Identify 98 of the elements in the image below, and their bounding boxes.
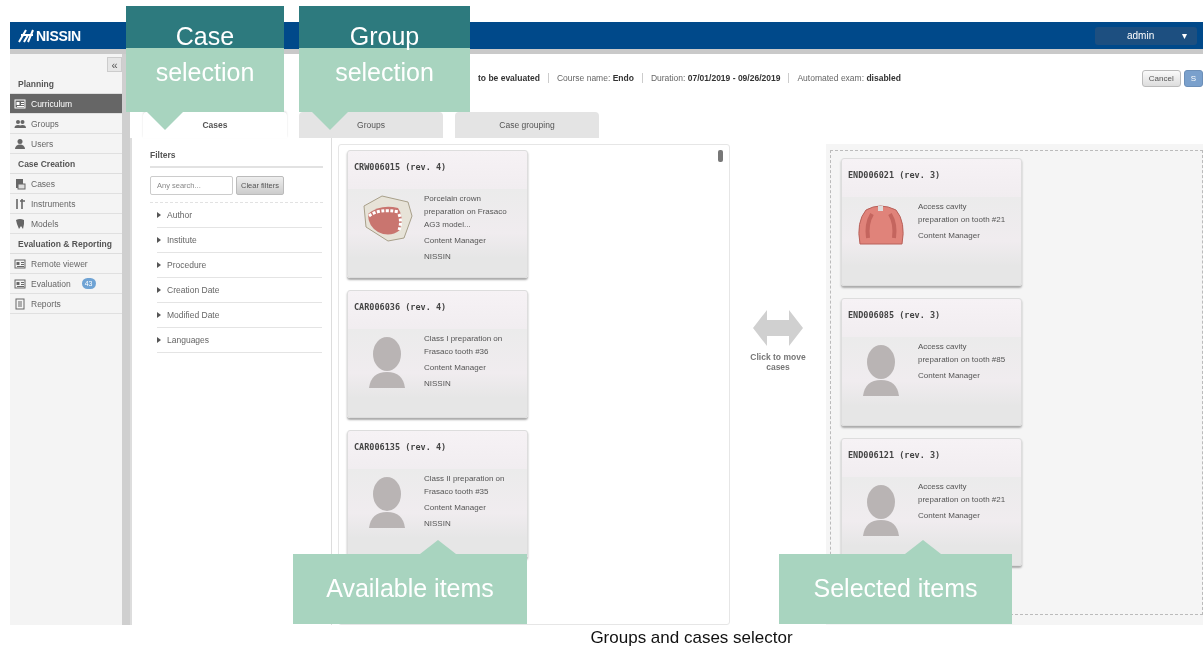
case-card[interactable]: CRW006015 (rev. 4) Porcelain crown preparation on Frasaco AG3 model... Content Manager NISSIN bbox=[347, 150, 528, 278]
callout-pointer bbox=[312, 112, 348, 130]
sidebar-item-label: Curriculum bbox=[31, 98, 73, 109]
people-icon bbox=[14, 117, 26, 130]
info-text: Automated exam: disabled bbox=[788, 73, 909, 83]
sidebar-item-label: Cases bbox=[31, 178, 56, 189]
filter-label: Languages bbox=[167, 335, 210, 345]
tab[interactable]: Cases bbox=[143, 112, 287, 138]
case-title: END006021 (rev. 3) bbox=[848, 170, 942, 182]
filter-label: Institute bbox=[167, 235, 197, 245]
case-author: Content Manager bbox=[424, 502, 487, 514]
sidebar-item-label: Evaluation bbox=[31, 278, 71, 289]
filter-label: Modified Date bbox=[167, 310, 220, 320]
callout-pointer bbox=[905, 540, 941, 554]
sidebar-item[interactable]: Groups bbox=[10, 114, 122, 134]
case-author: NISSIN bbox=[424, 378, 452, 390]
sidebar-item-label: Users bbox=[31, 138, 54, 149]
callout-label: Selected items bbox=[779, 554, 1012, 624]
logo-icon bbox=[18, 28, 34, 43]
case-description: Class I preparation on Frasaco tooth #36 bbox=[424, 333, 504, 358]
expand-triangle-icon bbox=[157, 337, 161, 343]
filter-group[interactable]: Modified Date bbox=[157, 303, 322, 328]
person-icon bbox=[14, 137, 26, 150]
tooth-icon bbox=[14, 217, 26, 230]
tab[interactable]: Groups bbox=[299, 112, 443, 138]
info-text: Duration: 07/01/2019 - 09/26/2019 bbox=[641, 73, 789, 83]
stacked-pages-icon bbox=[14, 177, 26, 190]
case-title: END006121 (rev. 3) bbox=[848, 450, 942, 462]
sidebar-item-label: Instruments bbox=[31, 198, 76, 209]
sidebar-item[interactable]: Remote viewer bbox=[10, 254, 122, 274]
sidebar-item-label: Models bbox=[31, 218, 59, 229]
case-author: Content Manager bbox=[424, 362, 487, 374]
sidebar-section-title: Case Creation bbox=[10, 154, 122, 174]
case-description: Porcelain crown preparation on Frasaco AG3 model... bbox=[424, 193, 508, 231]
case-description: Class II preparation on Frasaco tooth #35 bbox=[424, 473, 506, 498]
case-author: Content Manager bbox=[918, 510, 981, 522]
expand-triangle-icon bbox=[157, 262, 161, 268]
sidebar-item-label: Remote viewer bbox=[31, 258, 88, 269]
case-author: NISSIN bbox=[424, 251, 452, 263]
sidebar-item[interactable]: Users bbox=[10, 134, 122, 154]
sidebar-item-label: Groups bbox=[31, 118, 59, 129]
card-icon bbox=[14, 277, 26, 290]
user-menu-button[interactable]: admin ▾ bbox=[1095, 26, 1197, 45]
filter-group[interactable]: Creation Date bbox=[157, 278, 322, 303]
expand-triangle-icon bbox=[157, 287, 161, 293]
filter-label: Creation Date bbox=[167, 285, 220, 295]
callout-label: Case selection bbox=[126, 6, 284, 112]
card-icon bbox=[14, 257, 26, 270]
collapse-button[interactable]: « bbox=[107, 57, 122, 72]
tab[interactable]: Case grouping bbox=[455, 112, 599, 138]
sidebar-item-label: Reports bbox=[31, 298, 61, 309]
callout-label: Group selection bbox=[299, 6, 470, 112]
case-author: NISSIN bbox=[424, 518, 452, 530]
case-description: Access cavity preparation on tooth #85 bbox=[918, 341, 1007, 366]
sidebar-item[interactable]: Models bbox=[10, 214, 122, 234]
sidebar-item[interactable]: Instruments bbox=[10, 194, 122, 214]
filter-group[interactable]: Author bbox=[157, 203, 322, 228]
filter-group[interactable]: Institute bbox=[157, 228, 322, 253]
case-title: END006085 (rev. 3) bbox=[848, 310, 942, 322]
filter-group[interactable]: Languages bbox=[157, 328, 322, 353]
scrollbar-thumb[interactable] bbox=[718, 150, 723, 162]
cancel-button[interactable]: Cancel bbox=[1141, 69, 1181, 87]
filter-label: Procedure bbox=[167, 260, 207, 270]
callout-pointer bbox=[420, 540, 456, 554]
info-text: Course name: Endo bbox=[547, 73, 642, 83]
expand-triangle-icon bbox=[157, 312, 161, 318]
tools-icon bbox=[14, 197, 26, 210]
case-description: Access cavity preparation on tooth #21 bbox=[918, 481, 1007, 506]
filter-group[interactable]: Procedure bbox=[157, 253, 322, 278]
case-card[interactable]: CAR006135 (rev. 4) Class II preparation on Frasaco tooth #35 Content Manager NISSIN bbox=[347, 430, 528, 558]
filter-label: Author bbox=[167, 210, 193, 220]
card-icon bbox=[14, 97, 26, 110]
case-card[interactable]: END006085 (rev. 3) Access cavity preparation on tooth #85 Content Manager bbox=[841, 298, 1022, 426]
case-author: Content Manager bbox=[424, 235, 487, 247]
case-author: Content Manager bbox=[918, 370, 981, 382]
logo-text: NISSIN bbox=[36, 27, 81, 44]
document-icon bbox=[14, 297, 26, 310]
case-card[interactable]: CAR006036 (rev. 4) Class I preparation on Frasaco tooth #36 Content Manager NISSIN bbox=[347, 290, 528, 418]
move-hint: Click to move cases bbox=[749, 352, 807, 372]
case-title: CAR006036 (rev. 4) bbox=[354, 302, 448, 314]
figure-caption: Groups and cases selector bbox=[589, 627, 794, 649]
case-card[interactable]: END006121 (rev. 3) Access cavity preparation on tooth #21 Content Manager bbox=[841, 438, 1022, 566]
case-description: Access cavity preparation on tooth #21 bbox=[918, 201, 1007, 226]
expand-triangle-icon bbox=[157, 237, 161, 243]
case-author: Content Manager bbox=[918, 230, 981, 242]
sidebar-section-title: Evaluation & Reporting bbox=[10, 234, 122, 254]
sidebar-item[interactable]: Curriculum bbox=[10, 94, 122, 114]
double-arrow-icon[interactable] bbox=[753, 308, 803, 348]
callout-label: Available items bbox=[293, 554, 527, 624]
case-card[interactable]: END006021 (rev. 3) Access cavity preparation on tooth #21 Content Manager bbox=[841, 158, 1022, 286]
case-title: CRW006015 (rev. 4) bbox=[354, 162, 448, 174]
info-text: to be evaluated bbox=[478, 73, 541, 83]
filters-title: Filters bbox=[150, 150, 323, 168]
sidebar-item[interactable]: Reports bbox=[10, 294, 122, 314]
sidebar-item[interactable]: Cases bbox=[10, 174, 122, 194]
callout-pointer bbox=[147, 112, 183, 130]
case-title: CAR006135 (rev. 4) bbox=[354, 442, 448, 454]
expand-triangle-icon bbox=[157, 212, 161, 218]
